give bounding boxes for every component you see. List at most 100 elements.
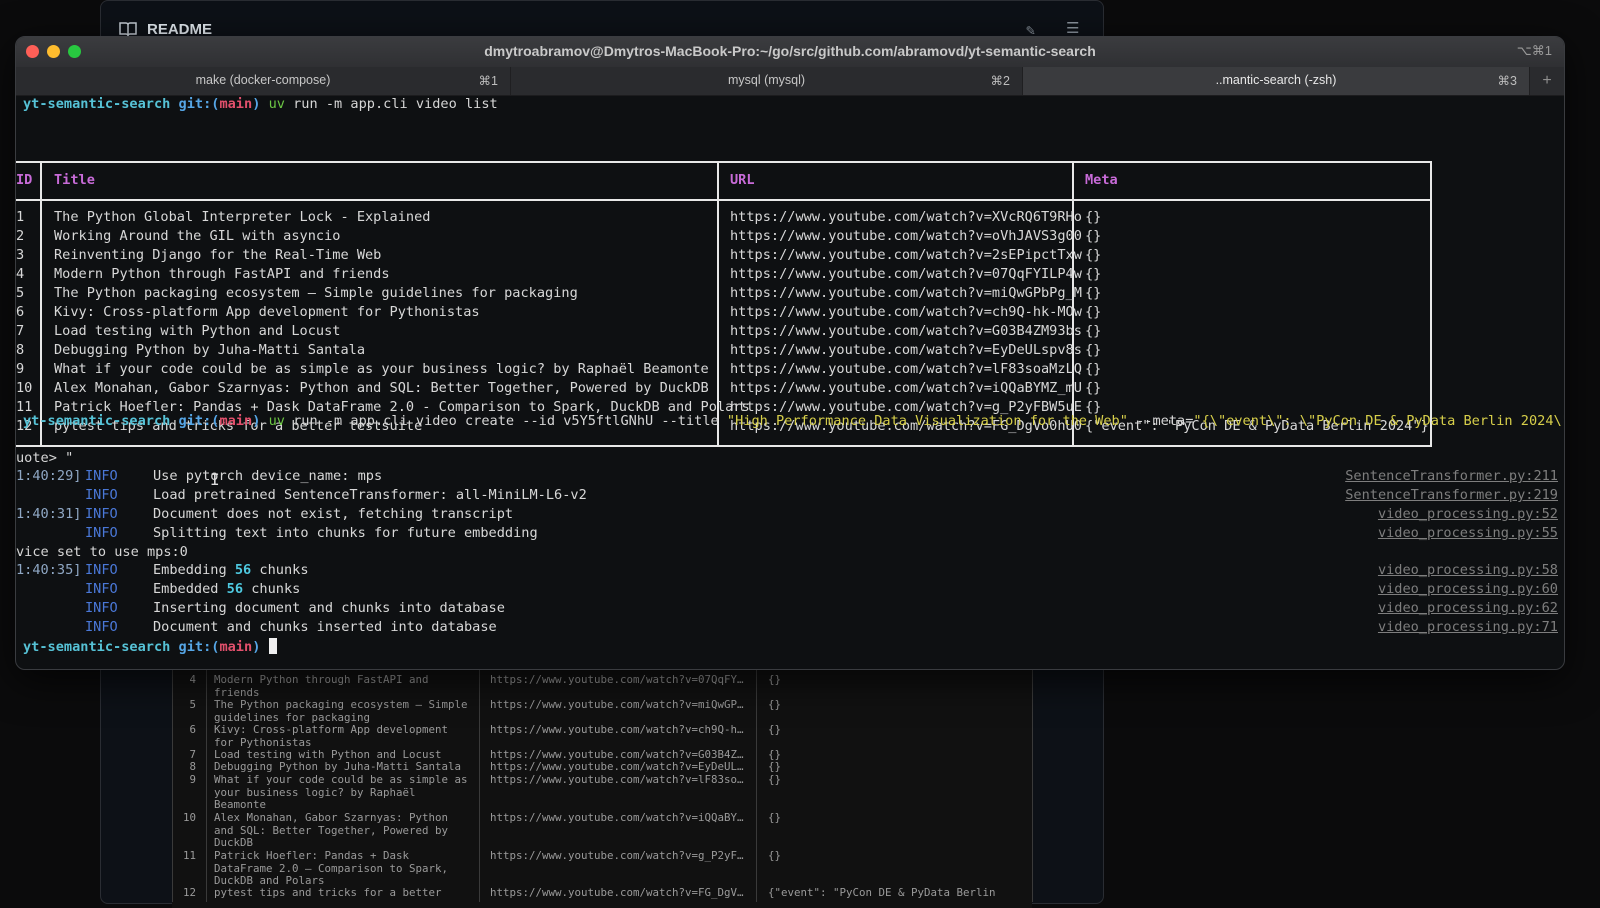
row-meta: {} [768,760,782,773]
cell-url[interactable]: https://www.youtube.com/watch?v=G03B4ZM9… [730,323,1082,339]
command-title-string: "High Performance Data Visualization for… [726,413,1128,429]
tab-make[interactable]: make (docker-compose) ⌘1 [16,67,511,95]
cell-id: 6 [16,304,25,320]
row-title: Modern Python through FastAPI and friend… [214,673,429,699]
cell-title: Load testing with Python and Locust [54,323,341,339]
cell-id: 8 [16,342,25,358]
row-meta: {} [768,773,782,786]
prompt-git: git:( [178,639,220,655]
log-message: Use pytorch device_name: mps [153,468,383,484]
prompt-line: yt-semantic-search git:(main) uv run -m … [23,95,498,114]
cell-title: What if your code could be as simple as … [54,361,709,377]
prompt-dir: yt-semantic-search [23,413,171,429]
log-level: INFO [85,506,118,522]
log-source-link[interactable]: video_processing.py:62 [1378,600,1558,616]
window-title: dmytroabramov@Dmytros-MacBook-Pro:~/go/s… [484,43,1096,59]
row-title: Alex Monahan, Gabor Szarnyas: Python and… [214,811,449,850]
terminal-titlebar[interactable]: dmytroabramov@Dmytros-MacBook-Pro:~/go/s… [16,37,1564,67]
row-meta: {} [768,673,782,686]
table-row: 8 Debugging Python by Juha-Matti Santala h… [16,342,1430,361]
text-cursor [268,638,277,654]
row-title: pytest tips and tricks for a better [214,886,442,899]
terminal-window[interactable]: dmytroabramov@Dmytros-MacBook-Pro:~/go/s… [15,36,1565,670]
log-line: 1:40:29] INFO Use pytorch device_name: mps… [16,468,1564,487]
cell-id: 5 [16,285,25,301]
log-level: INFO [85,487,118,503]
command-args: --meta= [1127,413,1194,429]
log-source-link[interactable]: video_processing.py:60 [1378,581,1558,597]
row-url[interactable]: https://www.youtube.com/watch?v=g_P2yF… [490,849,750,863]
cell-url[interactable]: https://www.youtube.com/watch?v=oVhJAVS3… [730,228,1082,244]
row-url[interactable]: https://www.youtube.com/watch?v=miQwGP… [490,698,750,712]
tab-shortcut: ⌘1 [478,74,498,88]
row-url[interactable]: https://www.youtube.com/watch?v=lF83so… [490,773,750,787]
row-id: 11 [182,849,196,862]
tab-bar: make (docker-compose) ⌘1 mysql (mysql) ⌘… [16,67,1564,96]
tab-shortcut: ⌘2 [990,74,1010,88]
row-title: Debugging Python by Juha-Matti Santala [214,760,462,773]
log-message: Inserting document and chunks into datab… [153,600,505,616]
terminal-output[interactable]: yt-semantic-search git:(main) uv run -m … [16,95,1564,669]
cell-url[interactable]: https://www.youtube.com/watch?v=07QqFYIL… [730,266,1082,282]
row-meta: {} [768,811,782,824]
cell-title: Alex Monahan, Gabor Szarnyas: Python and… [54,380,709,396]
prompt-branch: main [219,639,253,655]
cell-url[interactable]: https://www.youtube.com/watch?v=EyDeULsp… [730,342,1082,358]
cell-title: Reinventing Django for the Real-Time Web [54,247,382,263]
row-id: 10 [182,811,196,824]
log-source-link[interactable]: video_processing.py:55 [1378,525,1558,541]
cell-url[interactable]: https://www.youtube.com/watch?v=2sEPipct… [730,247,1082,263]
cell-url[interactable]: https://www.youtube.com/watch?v=lF83soaM… [730,361,1082,377]
table-row: 3 Reinventing Django for the Real-Time We… [16,247,1430,266]
command-args: run -m app.cli video create --id v5Y5ftl… [284,413,727,429]
prompt-git: ) [252,413,261,429]
cell-meta: {} [1085,285,1102,301]
prompt-line: yt-semantic-search git:(main) uv run -m … [23,412,1564,431]
row-url[interactable]: https://www.youtube.com/watch?v=iQQaBY… [490,811,750,825]
cell-url[interactable]: https://www.youtube.com/watch?v=XVcRQ6T9… [730,209,1082,225]
row-url[interactable]: https://www.youtube.com/watch?v=07QqFY… [490,673,750,687]
command-args: run -m app.cli video list [284,96,498,112]
log-level: INFO [85,525,118,541]
video-list-table: ID Title URL Meta 1 The Python Global Int… [16,161,1432,447]
cell-url[interactable]: https://www.youtube.com/watch?v=miQwGPbP… [730,285,1082,301]
tab-zsh[interactable]: ..mantic-search (-zsh) ⌘3 [1023,67,1530,95]
row-id: 5 [189,698,196,711]
log-source-link[interactable]: video_processing.py:71 [1378,619,1558,635]
row-url[interactable]: https://www.youtube.com/watch?v=FG_DgV… [490,886,750,900]
cell-url[interactable]: https://www.youtube.com/watch?v=iQQaBYMZ… [730,380,1082,396]
tab-mysql[interactable]: mysql (mysql) ⌘2 [511,67,1023,95]
cell-id: 4 [16,266,25,282]
cell-title: The Python packaging ecosystem – Simple … [54,285,578,301]
header-id: ID [16,172,33,188]
log-source-link[interactable]: SentenceTransformer.py:219 [1345,487,1558,503]
log-text: chunks [243,581,301,597]
cell-url[interactable]: https://www.youtube.com/watch?v=ch9Q-hk-… [730,304,1082,320]
row-title: The Python packaging ecosystem – Simple … [214,698,468,724]
log-source-link[interactable]: video_processing.py:52 [1378,506,1558,522]
row-url[interactable]: https://www.youtube.com/watch?v=ch9Q-h… [490,723,750,737]
row-url[interactable]: https://www.youtube.com/watch?v=EyDeUL… [490,760,750,774]
table-row: 4 Modern Python through FastAPI and frien… [16,266,1430,285]
row-title: Patrick Hoefler: Pandas + Dask DataFrame… [214,849,449,888]
log-line: INFO Embedded 56 chunks video_processing.p… [16,581,1564,600]
log-level: INFO [85,468,118,484]
cell-id: 3 [16,247,25,263]
table-row: 6 Kivy: Cross-platform App development fo… [16,304,1430,323]
header-meta: Meta [1085,172,1118,188]
header-title: Title [54,172,95,188]
command-name: uv [268,413,285,429]
cell-id: 7 [16,323,25,339]
new-tab-button[interactable]: + [1530,67,1564,95]
log-source-link[interactable]: SentenceTransformer.py:211 [1345,468,1558,484]
table-of-contents-icon[interactable]: ☰ [1066,19,1079,37]
cell-title: Kivy: Cross-platform App development for… [54,304,480,320]
log-message: Document does not exist, fetching transc… [153,506,514,522]
log-source-link[interactable]: video_processing.py:58 [1378,562,1558,578]
quote-continuation: uote> " [16,449,73,468]
log-time: 1:40:29] [16,468,82,484]
log-level: INFO [85,600,118,616]
cell-meta: {} [1085,247,1102,263]
prompt-line[interactable]: yt-semantic-search git:(main) [23,638,277,657]
device-line: vice set to use mps:0 [16,543,188,562]
